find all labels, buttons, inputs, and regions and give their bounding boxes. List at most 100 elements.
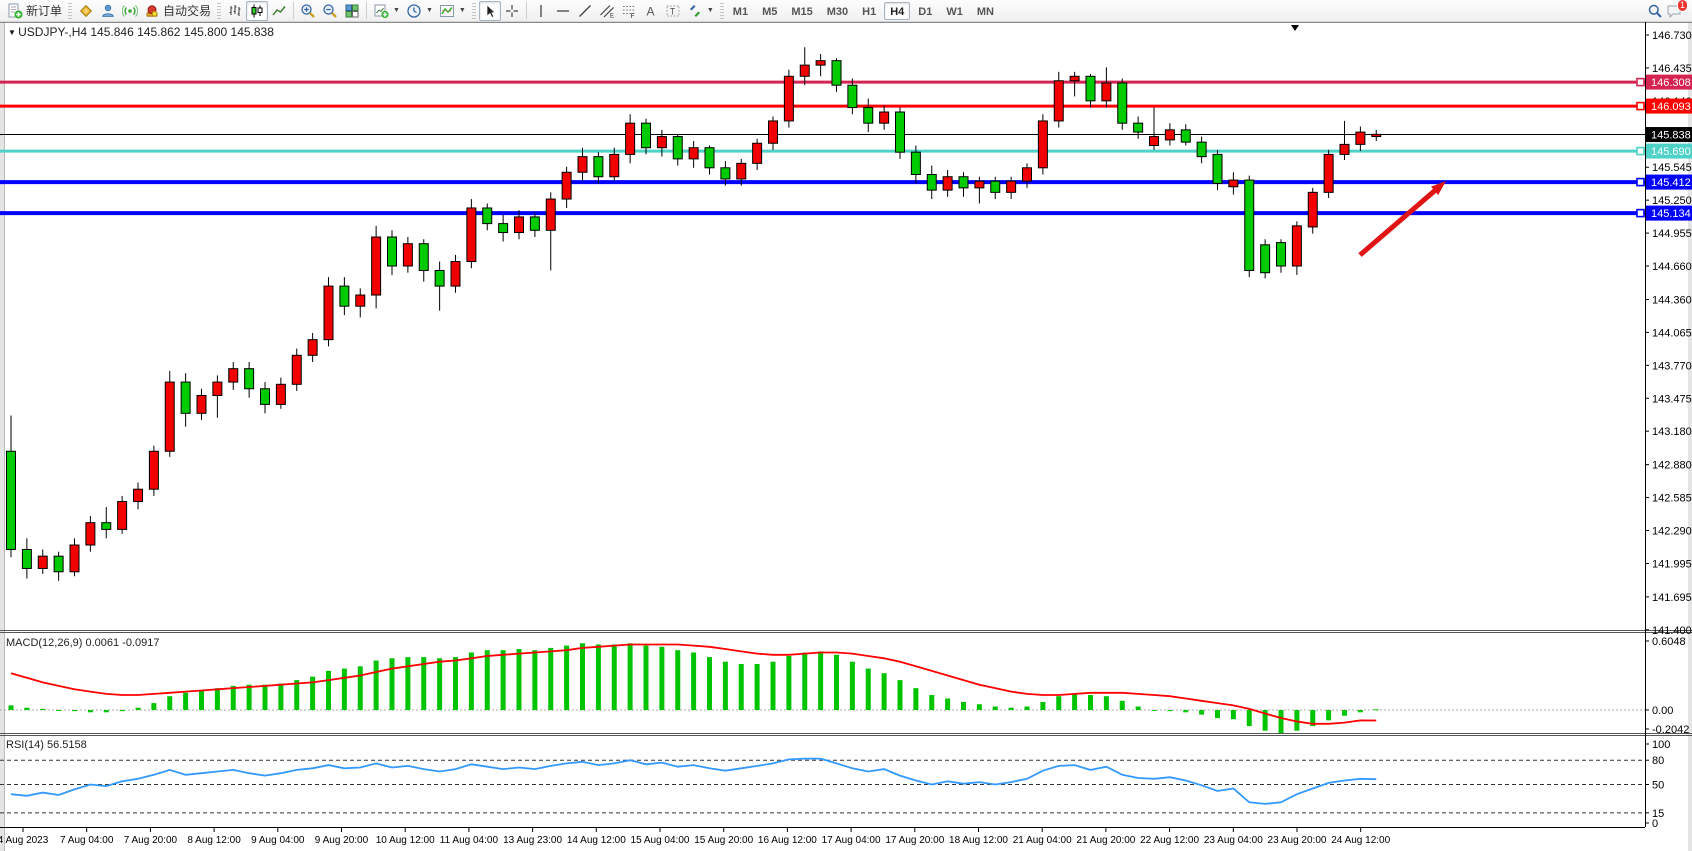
- equidistant-channel-icon: E: [599, 3, 615, 19]
- indicators-button[interactable]: ▼: [436, 1, 469, 21]
- candlestick-icon: [249, 3, 265, 19]
- macd-bar: [913, 688, 918, 710]
- candle-body: [1277, 243, 1286, 266]
- arrows-button[interactable]: ▼: [684, 1, 717, 21]
- toolbar-separator: [526, 2, 527, 19]
- horizontal-line-button[interactable]: [552, 1, 574, 21]
- candle-body: [419, 244, 428, 271]
- candle-body: [1070, 76, 1079, 80]
- price-tick-label: 143.180: [1652, 426, 1692, 438]
- community-button[interactable]: [97, 1, 119, 21]
- macd-bar: [1199, 710, 1204, 715]
- text-label-button[interactable]: T: [662, 1, 684, 21]
- timeframe-button-m5[interactable]: M5: [756, 2, 783, 20]
- candle-body: [1308, 192, 1317, 227]
- toolbar-drag-handle: [68, 3, 72, 19]
- macd-bar: [1152, 710, 1157, 711]
- macd-bar: [723, 662, 728, 710]
- fibonacci-button[interactable]: F: [618, 1, 640, 21]
- dropdown-caret-icon: ▼: [459, 7, 466, 14]
- price-tick-label: 144.955: [1652, 228, 1692, 240]
- price-label-text: 146.308: [1651, 77, 1691, 89]
- candle-body: [467, 208, 476, 262]
- candle-body: [689, 148, 698, 159]
- price-label-text: 145.838: [1651, 130, 1691, 142]
- new-chart-button[interactable]: ▼: [370, 1, 403, 21]
- macd-bar: [24, 708, 29, 710]
- macd-bar: [802, 653, 807, 711]
- macd-bar: [501, 650, 506, 710]
- timeframe-button-w1[interactable]: W1: [940, 2, 969, 20]
- timeframe-button-h4[interactable]: H4: [884, 2, 910, 20]
- new-order-button[interactable]: 新订单: [4, 1, 65, 21]
- text-button[interactable]: A: [640, 1, 662, 21]
- chat-button[interactable]: 1: [1666, 3, 1682, 19]
- bar-chart-button[interactable]: [224, 1, 246, 21]
- autotrade-button[interactable]: 自动交易: [141, 1, 214, 21]
- price-tick-label: 141.695: [1652, 592, 1692, 604]
- line-chart-icon: [271, 3, 287, 19]
- signals-button[interactable]: [119, 1, 141, 21]
- zoom-in-button[interactable]: [297, 1, 319, 21]
- level-line-marker: [1637, 148, 1644, 155]
- timeframe-button-m1[interactable]: M1: [727, 2, 754, 20]
- tile-windows-button[interactable]: [341, 1, 363, 21]
- time-tick-label: 16 Aug 12:00: [758, 835, 817, 846]
- price-tick-label: 144.360: [1652, 294, 1692, 306]
- cursor-button[interactable]: [479, 1, 501, 21]
- time-tick-label: 9 Aug 04:00: [251, 835, 305, 846]
- candle-body: [292, 355, 301, 384]
- macd-bar: [247, 685, 252, 710]
- candle-body: [959, 177, 968, 188]
- candle-body: [673, 137, 682, 159]
- macd-bar: [1167, 710, 1172, 711]
- chart-window[interactable]: ▼ USDJPY-,H4 145.846 145.862 145.800 145…: [0, 22, 1692, 851]
- candle-body: [594, 157, 603, 177]
- candle-body: [451, 262, 460, 287]
- search-button[interactable]: [1644, 1, 1666, 21]
- price-tick-label: 142.290: [1652, 526, 1692, 538]
- candle-body: [1292, 226, 1301, 266]
- chart-title: ▼ USDJPY-,H4 145.846 145.862 145.800 145…: [8, 25, 274, 39]
- price-tick-label: 141.995: [1652, 558, 1692, 570]
- macd-bar: [929, 695, 934, 710]
- zoom-out-button[interactable]: [319, 1, 341, 21]
- vertical-line-button[interactable]: [530, 1, 552, 21]
- timeframe-button-mn[interactable]: MN: [971, 2, 1000, 20]
- candle-body: [737, 163, 746, 179]
- vertical-line-icon: [533, 3, 549, 19]
- macd-bar: [215, 688, 220, 710]
- crosshair-button[interactable]: [501, 1, 523, 21]
- candle-body: [530, 217, 539, 230]
- macd-bar: [707, 657, 712, 710]
- rsi-axis-label: 0: [1652, 818, 1658, 830]
- candle-body: [118, 501, 127, 529]
- candle-body: [7, 451, 16, 549]
- candle-body: [483, 208, 492, 224]
- timeframe-button-m30[interactable]: M30: [821, 2, 854, 20]
- timeframe-button-h1[interactable]: H1: [856, 2, 882, 20]
- autotrade-icon: [144, 3, 160, 19]
- timeframe-button-m15[interactable]: M15: [785, 2, 818, 20]
- time-periods-button[interactable]: ▼: [403, 1, 436, 21]
- time-tick-label: 23 Aug 20:00: [1268, 835, 1327, 846]
- candle-body: [896, 112, 905, 152]
- candle-body: [626, 123, 635, 154]
- window-left-edge: [0, 22, 4, 851]
- line-chart-button[interactable]: [268, 1, 290, 21]
- macd-bar: [532, 650, 537, 710]
- macd-bar: [1040, 702, 1045, 710]
- channel-button[interactable]: E: [596, 1, 618, 21]
- metaquotes-button[interactable]: [75, 1, 97, 21]
- candle-body: [1102, 83, 1111, 101]
- level-line-marker: [1637, 79, 1644, 86]
- time-tick-label: 11 Aug 04:00: [440, 835, 499, 846]
- cursor-icon: [482, 3, 498, 19]
- trendline-button[interactable]: [574, 1, 596, 21]
- candle-body: [403, 244, 412, 266]
- chart-canvas[interactable]: 146.730146.435146.140145.845145.545145.2…: [0, 22, 1692, 851]
- candle-body: [213, 382, 222, 395]
- candlestick-chart-button[interactable]: [246, 1, 268, 21]
- candle-body: [134, 489, 143, 501]
- timeframe-button-d1[interactable]: D1: [912, 2, 938, 20]
